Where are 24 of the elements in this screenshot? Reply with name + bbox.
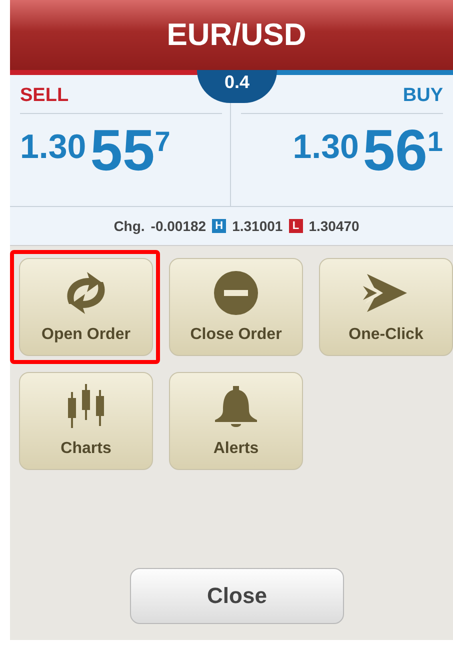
action-button[interactable]: One-Click xyxy=(319,258,453,356)
price-fraction: 7 xyxy=(154,126,170,158)
high-badge: H xyxy=(212,219,226,233)
action-button[interactable]: Charts xyxy=(19,372,153,470)
side-label: SELL xyxy=(20,85,70,107)
high-value: 1.31001 xyxy=(232,218,283,234)
bell-icon xyxy=(213,384,259,430)
price-prefix: 1.30 xyxy=(20,128,86,167)
change-value: -0.00182 xyxy=(150,218,206,234)
change-label: Chg. xyxy=(114,218,145,234)
close-button[interactable]: Close xyxy=(130,568,344,624)
action-button[interactable]: Alerts xyxy=(169,372,303,470)
price-pips: 56 xyxy=(362,122,428,180)
price-pips: 55 xyxy=(90,122,155,180)
price-prefix: 1.30 xyxy=(292,128,359,167)
spread-badge: 0.4 xyxy=(197,70,277,103)
low-value: 1.30470 xyxy=(308,218,360,234)
action-button[interactable]: Open Order xyxy=(19,258,153,356)
pair-title: EUR/USD xyxy=(166,17,306,53)
action-button[interactable]: Close Order xyxy=(169,258,303,356)
side-label: BUY xyxy=(402,85,443,107)
price-fraction: 1 xyxy=(427,126,443,158)
low-badge: L xyxy=(288,219,303,233)
minus-circle-icon xyxy=(213,270,259,316)
